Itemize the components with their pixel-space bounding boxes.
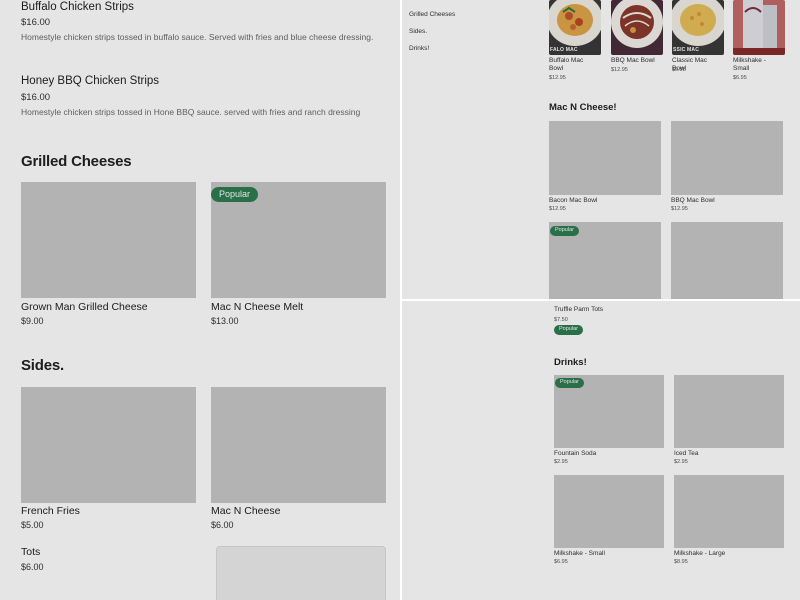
item-name: Buffalo Mac Bowl <box>549 57 584 72</box>
item-image-placeholder <box>549 121 661 195</box>
item-price: $13.00 <box>211 316 239 326</box>
section-heading-grilled-cheeses: Grilled Cheeses <box>21 153 132 170</box>
item-price: $12.95 <box>549 206 566 212</box>
food-photo: FALO MAC <box>549 0 601 55</box>
image-caption: FALO MAC <box>550 47 578 53</box>
panel-divider-horizontal <box>402 299 800 301</box>
item-image-placeholder <box>554 475 664 548</box>
item-name: Milkshake - Small <box>733 57 766 72</box>
item-name: Mac N Cheese Melt <box>211 301 304 313</box>
item-image-placeholder <box>211 387 386 503</box>
item-image-placeholder <box>674 375 784 448</box>
section-heading-mac-n-cheese: Mac N Cheese! <box>549 102 617 113</box>
category-nav-drinks[interactable]: Drinks! <box>409 45 429 52</box>
item-price: $7.50 <box>554 317 568 323</box>
item-name: Honey BBQ Chicken Strips <box>21 75 160 87</box>
item-price: $12.95 <box>611 67 628 73</box>
item-name: Bacon Mac Bowl <box>549 197 598 204</box>
item-description: Homestyle chicken strips tossed in Hone … <box>21 107 361 117</box>
item-name: Milkshake - Small <box>554 550 605 557</box>
item-price: $6.95 <box>554 559 568 565</box>
item-name: Mac N Cheese <box>211 505 281 517</box>
item-description: Homestyle chicken strips tossed in buffa… <box>21 32 374 42</box>
food-photo <box>733 0 785 55</box>
item-name: Milkshake - Large <box>674 550 726 557</box>
item-price: $6.95 <box>733 75 747 81</box>
item-card-partial[interactable] <box>216 546 386 600</box>
item-name: Truffle Parm Tots <box>554 306 604 313</box>
item-price: $8.95 <box>674 559 688 565</box>
menu-panel-top-right: Grilled Cheeses Sides. Drinks! FALO MAC … <box>402 0 800 299</box>
menu-panel-left: Buffalo Chicken Strips $16.00 Homestyle … <box>0 0 400 600</box>
category-nav-sides[interactable]: Sides. <box>409 28 427 35</box>
item-price: $9.95 <box>672 67 686 73</box>
popular-badge: Popular <box>555 378 584 388</box>
item-name: BBQ Mac Bowl <box>671 197 715 204</box>
item-image-placeholder <box>21 387 196 503</box>
item-name: Fountain Soda <box>554 450 597 457</box>
category-nav-grilled-cheeses[interactable]: Grilled Cheeses <box>409 11 455 18</box>
item-image-placeholder <box>674 475 784 548</box>
item-name: Tots <box>21 546 41 558</box>
item-price: $6.00 <box>21 562 44 572</box>
item-price: $2.95 <box>554 459 568 465</box>
popular-badge: Popular <box>211 187 259 202</box>
item-name: Buffalo Chicken Strips <box>21 1 134 13</box>
food-photo <box>611 0 663 55</box>
item-image-placeholder <box>671 121 783 195</box>
popular-badge: Popular <box>554 325 583 335</box>
menu-panel-bottom-right: Truffle Parm Tots $7.50 Popular Drinks! … <box>402 301 800 600</box>
item-image-placeholder <box>21 182 196 298</box>
menu-card-partial-right[interactable] <box>671 222 783 299</box>
item-price: $2.95 <box>674 459 688 465</box>
item-name: BBQ Mac Bowl <box>611 57 655 64</box>
item-price: $9.00 <box>21 316 44 326</box>
item-name: Grown Man Grilled Cheese <box>21 301 148 313</box>
item-price: $5.00 <box>21 520 44 530</box>
item-price: $16.00 <box>21 17 51 28</box>
item-price: $16.00 <box>21 92 51 103</box>
image-caption: SSIC MAC <box>673 47 700 53</box>
item-price: $6.00 <box>211 520 234 530</box>
section-heading-sides: Sides. <box>21 357 64 374</box>
section-heading-drinks: Drinks! <box>554 357 587 368</box>
item-name: French Fries <box>21 505 80 517</box>
item-name: Iced Tea <box>674 450 699 457</box>
item-price: $12.95 <box>549 75 566 81</box>
item-price: $12.95 <box>671 206 688 212</box>
food-photo: SSIC MAC <box>672 0 724 55</box>
popular-badge: Popular <box>550 226 579 236</box>
